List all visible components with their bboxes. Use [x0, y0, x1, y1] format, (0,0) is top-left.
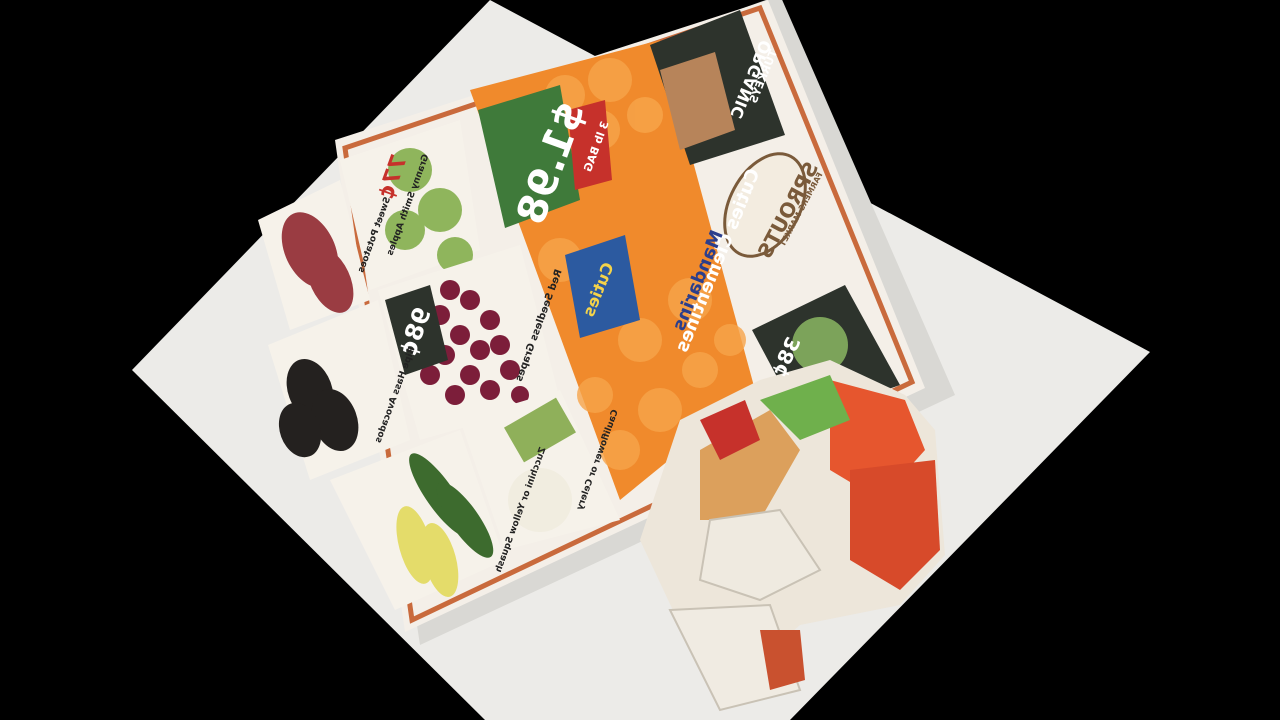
- bag-tag-red: [568, 100, 612, 190]
- photo-scene: Cuties Clementines Mandarins $1.98 3 lb …: [0, 0, 1280, 720]
- photo-image: [132, 0, 1150, 720]
